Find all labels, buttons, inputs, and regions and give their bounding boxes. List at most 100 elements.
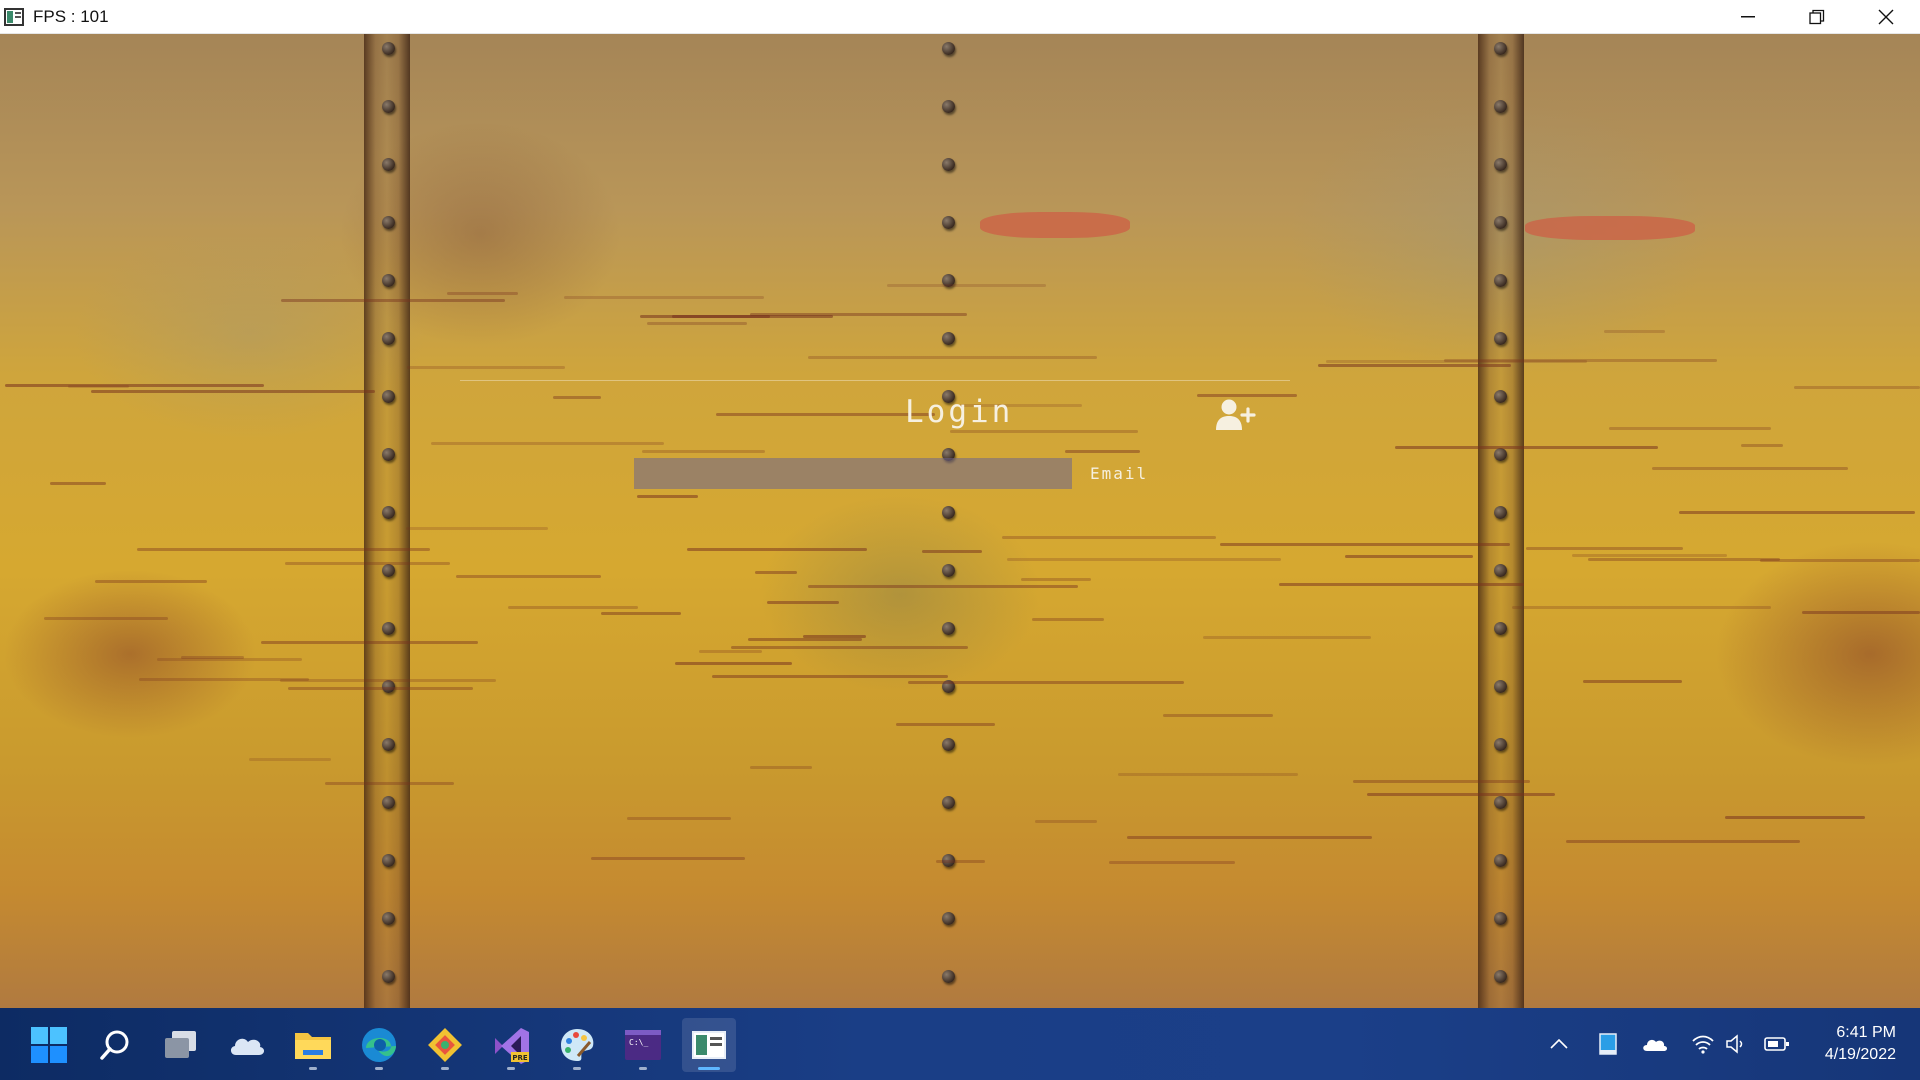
tray-wifi[interactable]	[1689, 1030, 1717, 1058]
rivet	[942, 738, 955, 751]
rust-streak	[287, 687, 474, 691]
rivet	[382, 332, 395, 345]
rust-streak	[1395, 446, 1659, 450]
rivet	[942, 622, 955, 635]
email-input[interactable]	[634, 458, 1072, 489]
rivet	[942, 796, 955, 809]
tray-battery[interactable]	[1763, 1030, 1791, 1058]
rust-streak	[430, 442, 664, 446]
rust-streak	[1525, 547, 1684, 551]
rust-streak	[626, 816, 732, 820]
terminal-app[interactable]: C:\_	[616, 1018, 670, 1072]
rivet	[382, 448, 395, 461]
rust-streak	[802, 635, 867, 639]
paint-app[interactable]	[550, 1018, 604, 1072]
rust-streak	[936, 859, 986, 863]
tray-tablet[interactable]	[1594, 1030, 1622, 1058]
rivet	[1494, 216, 1507, 229]
taskbar: PRE C:\_ 6:41 PM 4/19/2022	[0, 1008, 1920, 1080]
rust-streak	[1582, 680, 1683, 684]
close-button[interactable]	[1851, 0, 1920, 34]
rivet	[382, 274, 395, 287]
task-view-button[interactable]	[154, 1018, 208, 1072]
rust-streak	[907, 681, 1184, 685]
rivet	[382, 158, 395, 171]
rust-streak	[1609, 427, 1772, 431]
clock-time: 6:41 PM	[1836, 1024, 1896, 1041]
rivet	[942, 912, 955, 925]
rust-streak	[747, 637, 862, 641]
rust-streak	[674, 662, 793, 666]
current-app[interactable]	[682, 1018, 736, 1072]
wifi-icon	[1692, 1035, 1714, 1054]
rivet	[1494, 448, 1507, 461]
rivet	[1494, 854, 1507, 867]
active-indicator	[698, 1067, 720, 1070]
rust-streak	[91, 389, 376, 393]
tray-onedrive[interactable]	[1641, 1030, 1669, 1058]
rust-streak	[641, 449, 766, 453]
folder-icon	[295, 1033, 331, 1059]
rust-streak	[1651, 467, 1848, 471]
chevron-up-icon	[1550, 1039, 1568, 1049]
window-title-bar[interactable]: FPS : 101	[0, 0, 1920, 34]
add-user-icon	[1216, 399, 1256, 430]
search-button[interactable]	[88, 1018, 142, 1072]
git-icon	[428, 1028, 462, 1062]
rivet	[942, 970, 955, 983]
register-button[interactable]	[1215, 397, 1257, 433]
rivet	[942, 42, 955, 55]
rust-streak	[456, 574, 601, 578]
taskbar-clock[interactable]: 6:41 PM 4/19/2022	[1825, 1022, 1896, 1066]
rust-streak	[1587, 557, 1781, 561]
rust-streak	[284, 561, 451, 565]
rust-streak	[750, 765, 813, 769]
rivet	[942, 216, 955, 229]
window-controls	[1713, 0, 1920, 34]
edge-app[interactable]	[352, 1018, 406, 1072]
rivet	[1494, 332, 1507, 345]
tablet-icon	[1599, 1033, 1617, 1055]
rivet	[382, 42, 395, 55]
rust-streak	[324, 782, 455, 786]
cloud-icon	[230, 1038, 265, 1055]
rust-streak	[1317, 364, 1511, 368]
rust-streak	[731, 645, 969, 649]
tray-volume[interactable]	[1722, 1030, 1750, 1058]
login-divider	[460, 380, 1290, 381]
start-button[interactable]	[22, 1018, 76, 1072]
rust-streak	[1572, 553, 1728, 557]
rust-streak	[1007, 557, 1282, 561]
rust-streak	[1801, 611, 1920, 615]
rivet	[1494, 390, 1507, 403]
rust-streak	[591, 857, 746, 861]
rivet	[1494, 564, 1507, 577]
rust-streak	[1202, 635, 1371, 639]
paint-chip	[1525, 216, 1695, 240]
onedrive-app[interactable]	[220, 1018, 274, 1072]
restore-button[interactable]	[1782, 0, 1851, 34]
minimize-button[interactable]	[1713, 0, 1782, 34]
clock-date: 4/19/2022	[1824, 1046, 1896, 1063]
rust-streak	[563, 295, 764, 299]
rivet	[382, 796, 395, 809]
rust-streak	[180, 655, 244, 659]
rust-streak	[1127, 836, 1373, 840]
rust-streak	[1793, 386, 1920, 390]
rust-streak	[601, 612, 682, 616]
file-explorer-app[interactable]	[286, 1018, 340, 1072]
rivet	[1494, 912, 1507, 925]
visual-studio-preview-app[interactable]: PRE	[484, 1018, 538, 1072]
git-app[interactable]	[418, 1018, 472, 1072]
rust-streak	[640, 314, 771, 318]
rust-streak	[754, 570, 797, 574]
rust-streak	[1279, 582, 1524, 586]
show-hidden-icons-button[interactable]	[1545, 1030, 1573, 1058]
email-label: Email	[1090, 464, 1149, 483]
rivet	[942, 158, 955, 171]
rust-streak	[157, 658, 303, 662]
rivet	[382, 854, 395, 867]
edge-icon	[362, 1028, 396, 1062]
rust-streak	[1220, 543, 1511, 547]
rivet	[382, 738, 395, 751]
